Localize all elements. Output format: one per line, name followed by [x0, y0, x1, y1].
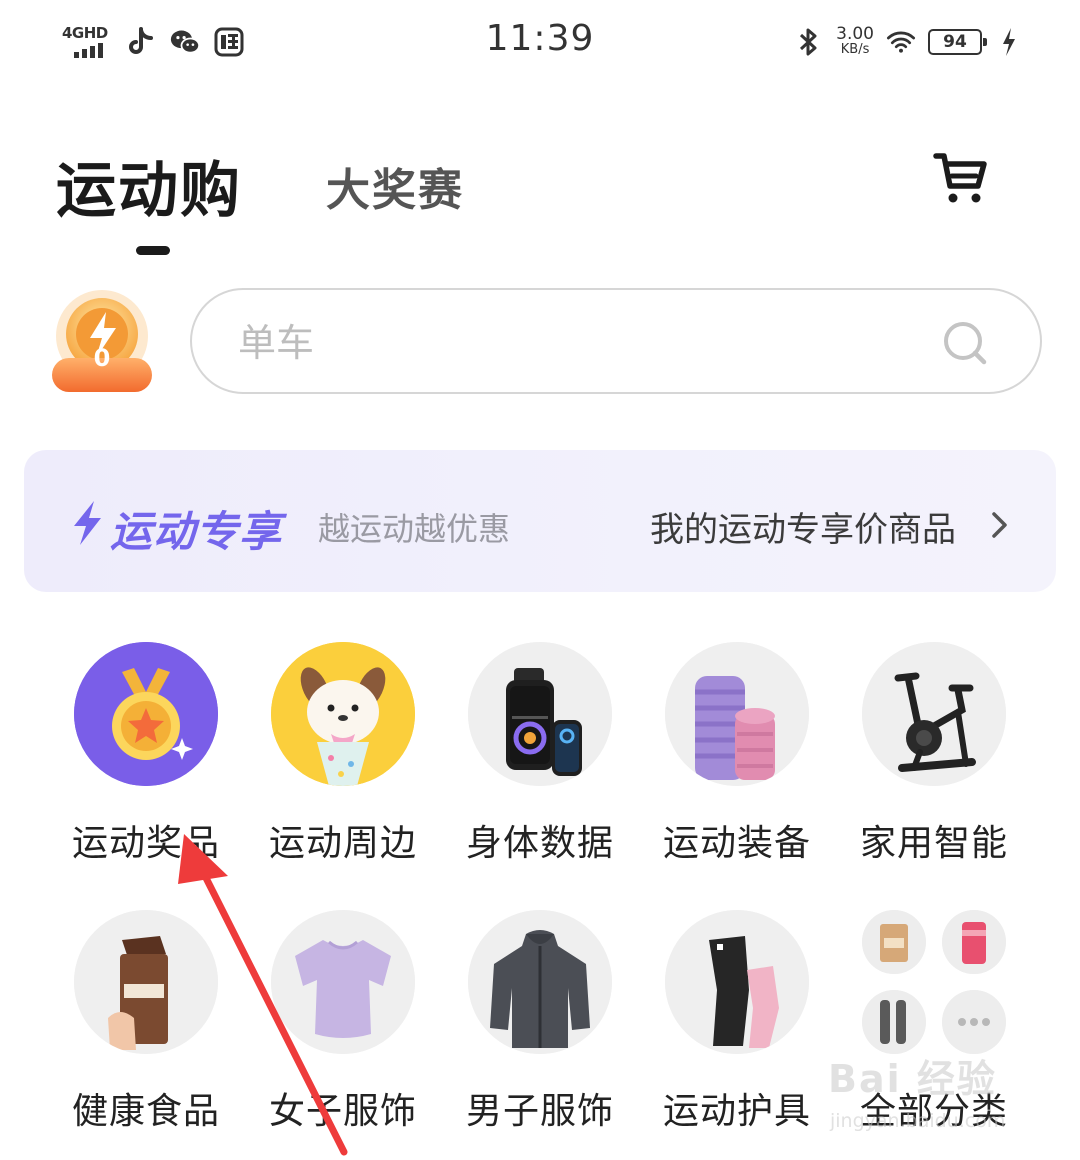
tab-grand-prix[interactable]: 大奖赛	[326, 154, 464, 218]
women-tshirt-icon	[271, 910, 415, 1054]
category-sports-protection[interactable]: 运动护具	[639, 910, 835, 1132]
energy-badge[interactable]: 0	[46, 288, 158, 398]
search-input[interactable]	[236, 312, 920, 374]
category-label: 运动护具	[662, 1091, 811, 1132]
foam-roller-icon	[665, 642, 809, 786]
sports-exclusive-banner[interactable]: 运动专享 越运动越优惠 我的运动专享价商品	[24, 450, 1056, 592]
protein-bar-icon	[74, 910, 218, 1054]
energy-count: 0	[93, 344, 111, 372]
watermark-url: jingyan.baidu.com	[830, 1110, 1006, 1132]
lightning-icon	[70, 500, 104, 546]
network-speed: 3.00 KB/s	[836, 24, 874, 58]
chevron-right-icon[interactable]	[986, 506, 1014, 544]
category-womens-apparel[interactable]: 女子服饰	[245, 910, 441, 1132]
category-sports-equipment[interactable]: 运动装备	[639, 642, 835, 864]
tab-sports-shop[interactable]: 运动购	[56, 142, 242, 229]
knee-brace-icon	[665, 910, 809, 1054]
all-categories-icon	[862, 910, 1006, 1054]
drink-can-thumbnail	[942, 910, 1006, 974]
search-bar[interactable]	[190, 288, 1042, 394]
category-label: 女子服饰	[268, 1091, 417, 1132]
category-label: 运动装备	[662, 823, 811, 864]
lightning-coin-icon	[52, 290, 152, 392]
battery-icon: 94	[928, 29, 987, 55]
banner-subtitle: 越运动越优惠	[318, 510, 511, 548]
exclusive-products-link[interactable]: 我的运动专享价商品	[650, 502, 956, 551]
food-pack-thumbnail	[862, 910, 926, 974]
exercise-bike-icon	[862, 642, 1006, 786]
category-label: 身体数据	[465, 823, 614, 864]
bluetooth-icon	[794, 27, 824, 57]
watermark-text: Bai 经验	[828, 1057, 997, 1101]
category-sports-merch[interactable]: 运动周边	[245, 642, 441, 864]
status-right: 3.00 KB/s 94	[794, 20, 1024, 64]
men-jacket-icon	[468, 910, 612, 1054]
speed-unit: KB/s	[840, 42, 870, 57]
active-tab-indicator	[136, 246, 170, 255]
charging-icon	[994, 27, 1024, 57]
speed-value: 3.00	[836, 24, 874, 44]
category-label: 家用智能	[859, 823, 1008, 864]
wifi-icon	[886, 27, 916, 57]
medal-icon	[74, 642, 218, 786]
smartwatch-icon	[468, 642, 612, 786]
status-bar: 4GHD 11:39 3.00 KB/s 94	[0, 0, 1080, 84]
category-healthy-food[interactable]: 健康食品	[48, 910, 244, 1132]
category-label: 运动周边	[268, 823, 417, 864]
battery-level: 94	[943, 32, 967, 52]
category-label: 男子服饰	[465, 1091, 614, 1132]
banner-title: 运动专享	[110, 507, 283, 556]
category-label: 健康食品	[71, 1091, 220, 1132]
cart-icon[interactable]	[930, 148, 992, 210]
category-sports-prizes[interactable]: 运动奖品	[48, 642, 244, 864]
category-body-data[interactable]: 身体数据	[442, 642, 638, 864]
plush-toy-icon	[271, 642, 415, 786]
search-icon[interactable]	[942, 320, 988, 366]
category-label: 运动奖品	[71, 823, 220, 864]
category-home-smart[interactable]: 家用智能	[836, 642, 1032, 864]
category-mens-apparel[interactable]: 男子服饰	[442, 910, 638, 1132]
baidu-watermark: Bai 经验 jingyan.baidu.com	[828, 1042, 1028, 1142]
